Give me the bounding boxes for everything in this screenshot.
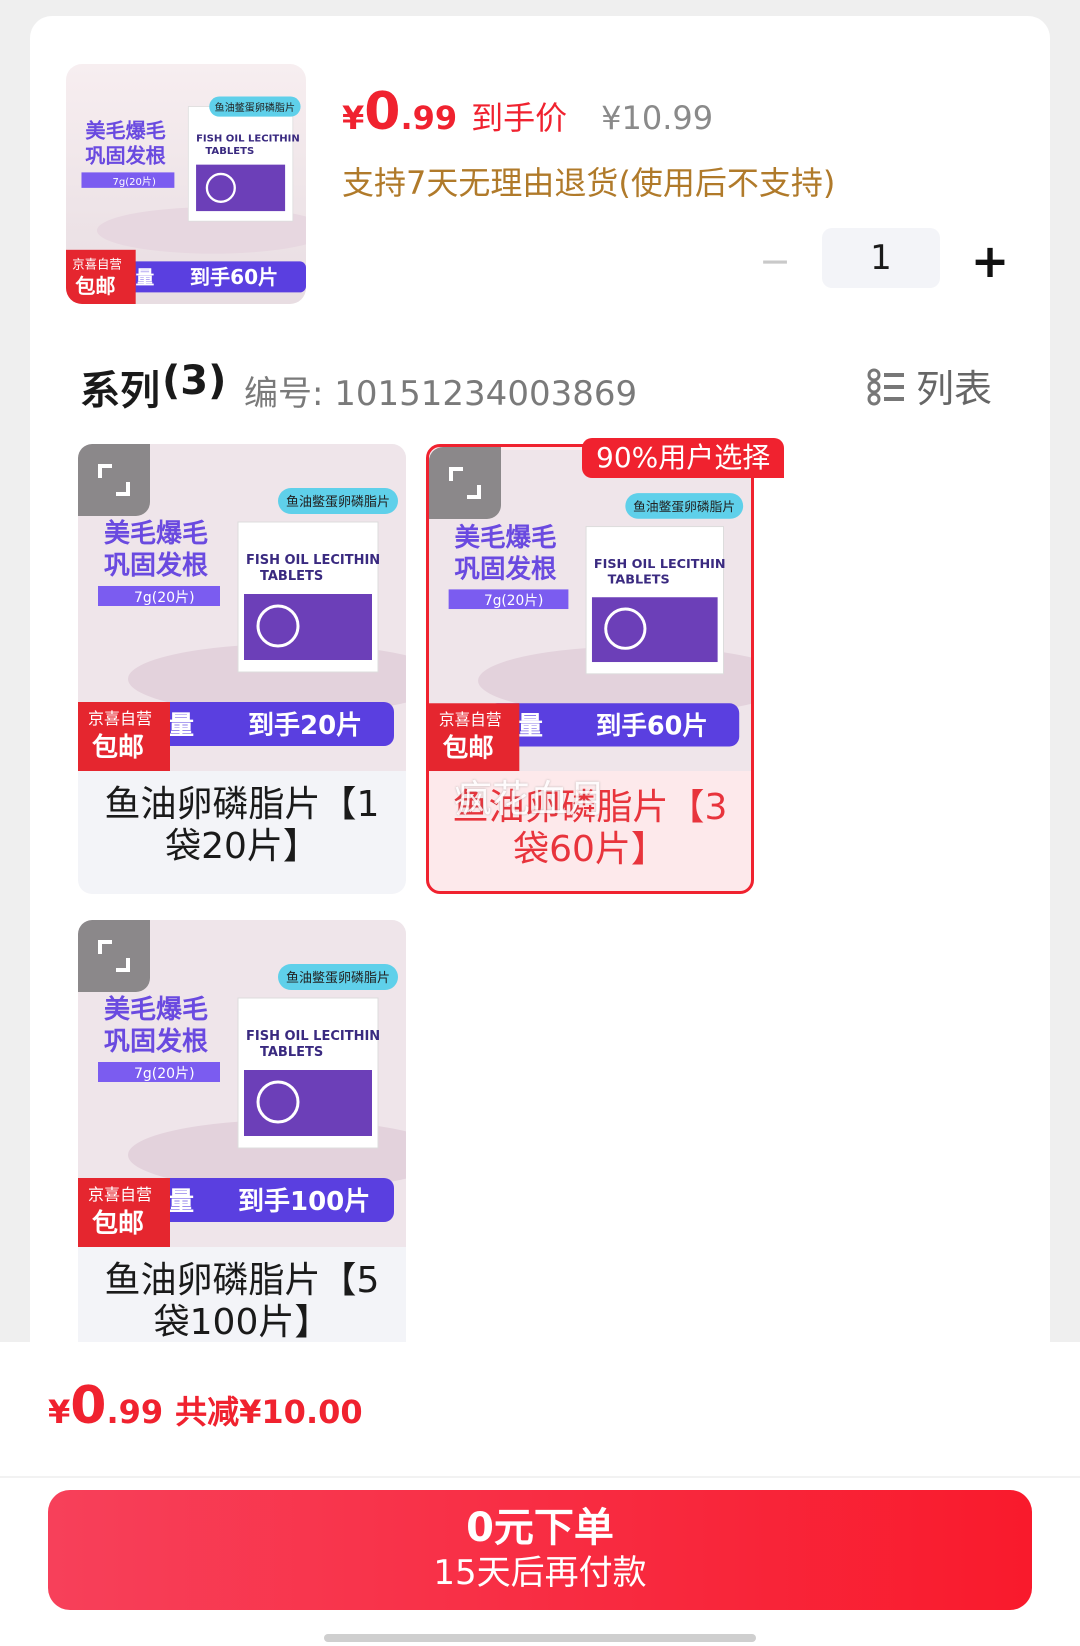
- image-badge-top: 京喜自营: [439, 710, 502, 729]
- image-band-right: 到手60片: [190, 265, 278, 289]
- image-badge-bottom: 包邮: [443, 733, 494, 763]
- image-band-left: 量: [168, 1187, 194, 1217]
- image-band-left: 量: [517, 712, 543, 742]
- watermark: 疯花血月: [454, 777, 607, 821]
- total-price: ¥0.99 共减¥10.00: [48, 1376, 363, 1436]
- image-pill: 鱼油鳖蛋卵磷脂片: [633, 500, 735, 515]
- variant-card-selected[interactable]: 美毛爆毛 巩固发根 7g(20片) 鱼油鳖蛋卵磷脂片 FISH OIL LECI…: [426, 444, 754, 894]
- total-integer: 0: [70, 1376, 107, 1436]
- image-tagline-1: 美毛爆毛: [455, 523, 558, 553]
- image-tagline-1: 美毛爆毛: [85, 119, 165, 143]
- image-pack-line-1: FISH OIL LECITHIN: [196, 133, 300, 144]
- image-spec: 7g(20片): [112, 175, 156, 188]
- image-badge-bottom: 包邮: [92, 1208, 144, 1239]
- list-view-label: 列表: [916, 367, 993, 411]
- image-pack-line-1: FISH OIL LECITHIN: [246, 553, 380, 568]
- expand-icon: [449, 467, 481, 499]
- image-tagline-2: 巩固发根: [104, 1026, 208, 1057]
- series-title: 系列: [80, 368, 160, 414]
- popular-choice-badge: 90%用户选择: [582, 438, 785, 478]
- order-button-main: 0元下单: [466, 1505, 614, 1551]
- image-spec: 7g(20片): [134, 1066, 195, 1082]
- total-decimal: .99: [106, 1393, 164, 1431]
- image-badge-top: 京喜自营: [72, 257, 122, 271]
- image-pack-line-1: FISH OIL LECITHIN: [594, 557, 726, 572]
- image-pack-line-2: TABLETS: [608, 573, 670, 588]
- price-row: ¥0.99 到手价 ¥10.99: [342, 82, 713, 142]
- sku-selector-sheet: 美毛爆毛 巩固发根 7g(20片) 鱼油鳖蛋卵磷脂片 FISH OIL LECI…: [30, 16, 1050, 1416]
- image-badge-top: 京喜自营: [88, 1185, 152, 1204]
- product-image: 美毛爆毛 巩固发根 7g(20片) 鱼油鳖蛋卵磷脂片 FISH OIL LECI…: [66, 64, 306, 304]
- image-badge-bottom: 包邮: [75, 274, 115, 298]
- total-currency: ¥: [48, 1393, 71, 1431]
- image-band-right: 到手60片: [596, 712, 708, 742]
- price-currency: ¥: [342, 99, 365, 137]
- quantity-plus-button[interactable]: +: [970, 238, 1010, 284]
- image-spec: 7g(20片): [484, 593, 543, 609]
- sku-number: 编号: 10151234003869: [244, 374, 638, 414]
- price-decimal: .99: [400, 99, 458, 137]
- image-band-right: 到手20片: [248, 711, 362, 741]
- return-policy: 支持7天无理由退货(使用后不支持): [342, 164, 836, 202]
- list-view-toggle[interactable]: 列表: [866, 358, 993, 411]
- discount-total: 共减¥10.00: [175, 1393, 363, 1431]
- order-button-sub: 15天后再付款: [433, 1553, 647, 1593]
- expand-image-button[interactable]: [429, 447, 501, 519]
- price-integer: 0: [364, 82, 401, 142]
- quantity-input[interactable]: 1: [822, 228, 940, 288]
- image-tagline-2: 巩固发根: [104, 550, 208, 581]
- expand-image-button[interactable]: [78, 920, 150, 992]
- divider: [0, 1476, 1080, 1478]
- expand-image-button[interactable]: [78, 444, 150, 516]
- order-now-button[interactable]: 0元下单 15天后再付款: [48, 1490, 1032, 1610]
- image-pack-line-2: TABLETS: [205, 146, 254, 157]
- image-tagline-2: 巩固发根: [85, 143, 166, 167]
- variant-card[interactable]: 美毛爆毛 巩固发根 7g(20片) 鱼油鳖蛋卵磷脂片 FISH OIL LECI…: [78, 444, 406, 894]
- variant-name: 鱼油卵磷脂片【5袋100片】: [104, 1260, 380, 1343]
- expand-icon: [98, 464, 130, 496]
- variant-name: 鱼油卵磷脂片【1袋20片】: [104, 784, 380, 867]
- image-tagline-1: 美毛爆毛: [104, 994, 208, 1025]
- image-pack-line-2: TABLETS: [260, 1045, 323, 1060]
- product-thumbnail[interactable]: 美毛爆毛 巩固发根 7g(20片) 鱼油鳖蛋卵磷脂片 FISH OIL LECI…: [66, 64, 306, 304]
- image-badge-top: 京喜自营: [88, 709, 152, 728]
- image-pack-line-2: TABLETS: [260, 569, 323, 584]
- image-band-left: 量: [168, 711, 194, 741]
- home-indicator[interactable]: [324, 1634, 756, 1642]
- quantity-minus-button[interactable]: −: [758, 242, 792, 280]
- image-spec: 7g(20片): [134, 590, 195, 606]
- image-pill: 鱼油鳖蛋卵磷脂片: [286, 970, 390, 986]
- image-pill: 鱼油鳖蛋卵磷脂片: [215, 101, 295, 114]
- image-tagline-1: 美毛爆毛: [104, 518, 208, 549]
- image-tagline-2: 巩固发根: [455, 555, 558, 585]
- bottom-action-bar: ¥0.99 共减¥10.00 0元下单 15天后再付款: [0, 1342, 1080, 1646]
- list-icon: [867, 368, 904, 405]
- image-pill: 鱼油鳖蛋卵磷脂片: [286, 494, 390, 510]
- price-label: 到手价: [471, 99, 568, 137]
- expand-icon: [98, 940, 130, 972]
- series-count: (3): [162, 358, 227, 404]
- image-band-left: 量: [136, 268, 155, 289]
- original-price: ¥10.99: [601, 99, 714, 137]
- image-badge-bottom: 包邮: [92, 732, 144, 763]
- image-band-right: 到手100片: [238, 1187, 370, 1217]
- image-pack-line-1: FISH OIL LECITHIN: [246, 1029, 380, 1044]
